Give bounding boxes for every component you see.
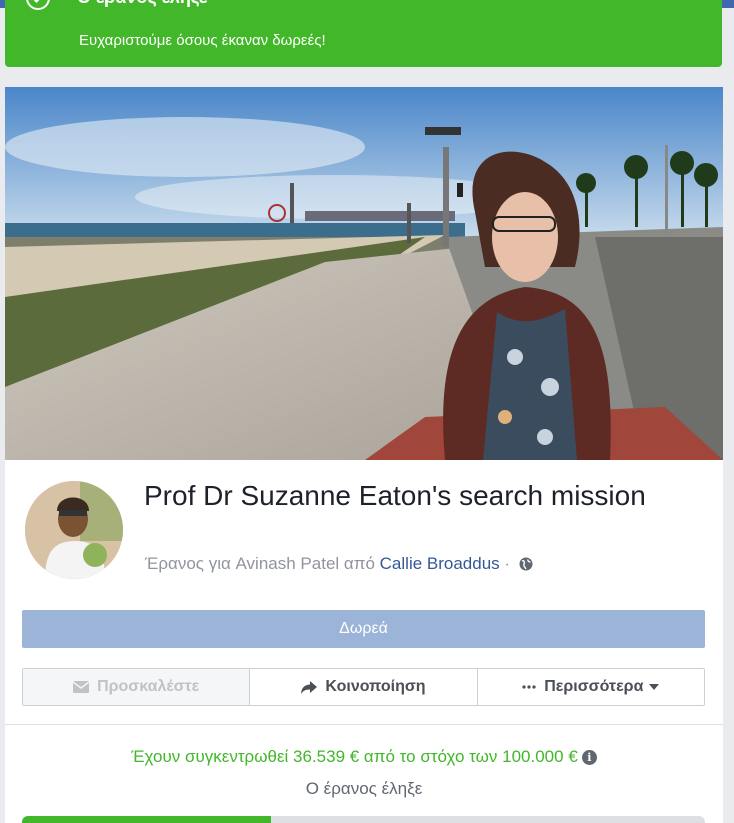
donate-button[interactable]: Δωρεά	[22, 610, 705, 648]
subtitle-prefix: Έρανος για Avinash Patel από	[145, 554, 375, 573]
checkmark-icon	[26, 0, 50, 10]
globe-icon[interactable]	[519, 556, 533, 571]
more-label: Περισσότερα	[544, 678, 644, 695]
banner-thanks-text: Ευχαριστούμε όσους έκαναν δωρεές!	[79, 32, 326, 49]
amount-raised-text: Έχουν συγκεντρωθεί 36.539 € από το στόχο…	[131, 747, 578, 766]
cover-photo[interactable]	[5, 87, 723, 460]
more-button[interactable]: Περισσότερα	[478, 669, 704, 705]
action-buttons: Προσκαλέστε Κοινοποίηση Περισσότερα	[22, 668, 705, 706]
share-button[interactable]: Κοινοποίηση	[250, 669, 478, 705]
invite-label: Προσκαλέστε	[97, 678, 200, 695]
fundraiser-card: Prof Dr Suzanne Eaton's search mission Έ…	[5, 87, 723, 823]
share-arrow-icon	[301, 680, 318, 694]
fundraiser-subtitle: Έρανος για Avinash Patel από Callie Broa…	[145, 554, 533, 574]
fundraiser-ended-banner: Ο έρανος έληξε Ευχαριστούμε όσους έκαναν…	[5, 0, 722, 67]
share-label: Κοινοποίηση	[325, 678, 426, 695]
more-dots-icon	[522, 685, 536, 689]
banner-headline: Ο έρανος έληξε	[77, 0, 207, 8]
caret-down-icon	[649, 684, 660, 690]
fundraiser-title[interactable]: Prof Dr Suzanne Eaton's search mission	[144, 478, 664, 513]
progress-bar	[22, 816, 705, 823]
organizer-avatar[interactable]	[23, 479, 125, 581]
invite-button[interactable]: Προσκαλέστε	[23, 669, 251, 705]
section-divider	[5, 724, 723, 725]
privacy-separator: ·	[504, 554, 511, 573]
fundraiser-status: Ο έρανος έληξε	[305, 779, 423, 798]
envelope-icon	[73, 681, 90, 693]
info-icon[interactable]: i	[581, 750, 597, 765]
amount-raised: Έχουν συγκεντρωθεί 36.539 € από το στόχο…	[5, 747, 723, 767]
progress-fill	[22, 816, 272, 823]
organizer-link[interactable]: Callie Broaddus	[380, 554, 500, 573]
